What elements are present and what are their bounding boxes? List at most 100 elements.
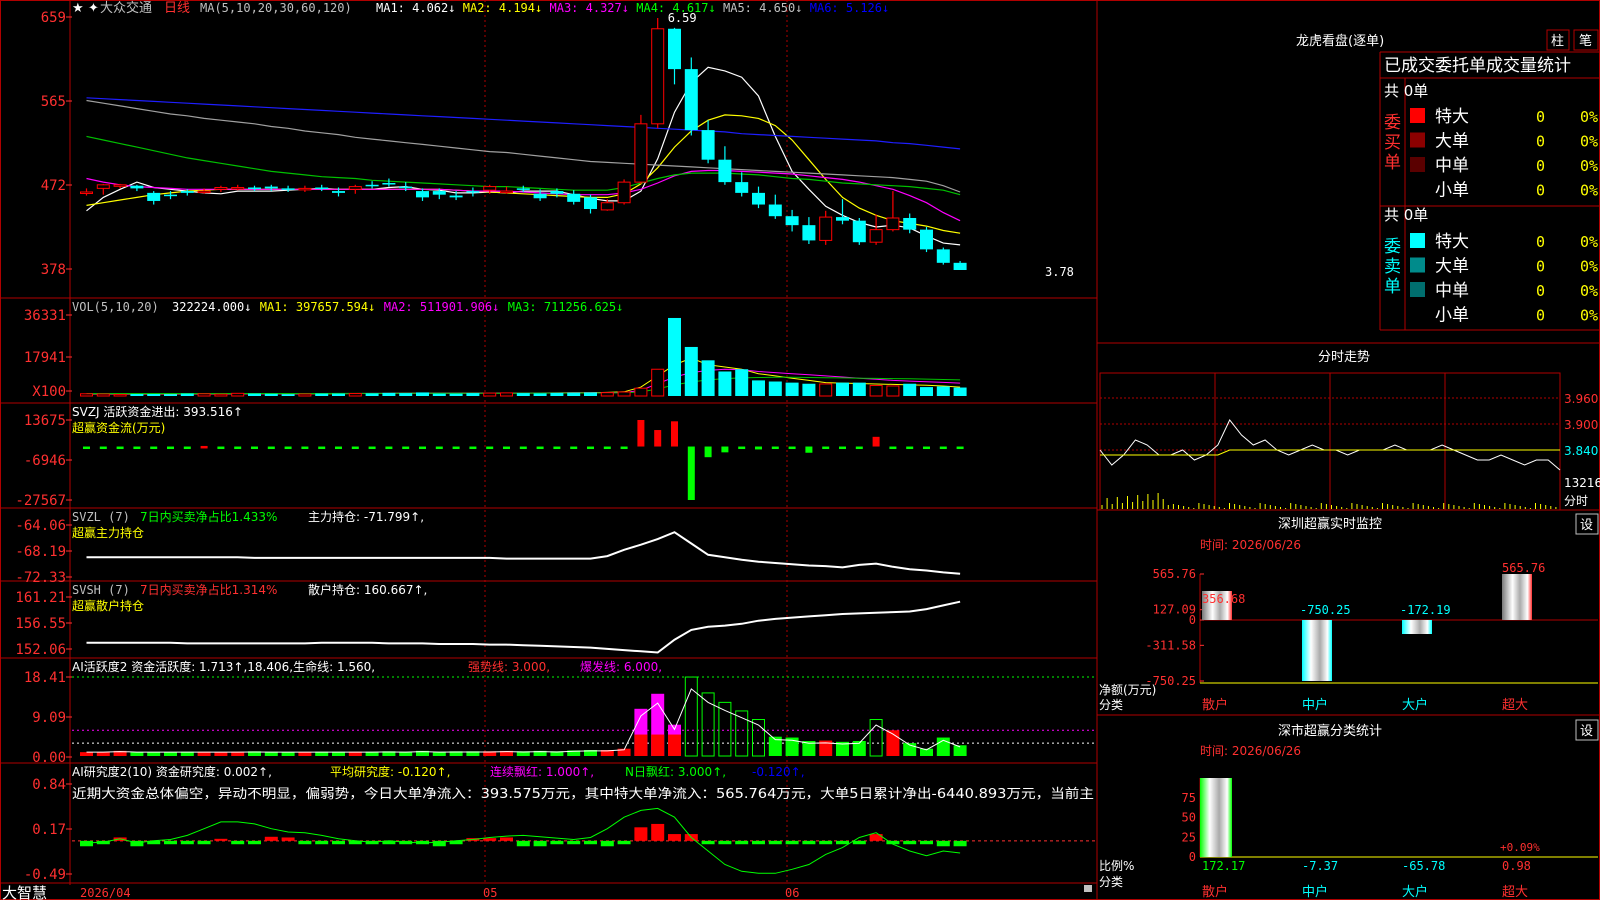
res-axis-label: 0.84 bbox=[32, 777, 66, 793]
swatch bbox=[1410, 282, 1425, 297]
candle-body bbox=[399, 186, 413, 189]
svzj-bar bbox=[872, 436, 880, 447]
monitor-time: 时间: 2026/06/26 bbox=[1200, 538, 1301, 552]
candle-body bbox=[500, 190, 513, 194]
row-name: 特大 bbox=[1435, 232, 1469, 252]
intraday-tick: 3.900 bbox=[1564, 418, 1598, 432]
candle-body bbox=[768, 204, 782, 217]
svzj-bar bbox=[335, 446, 342, 450]
monitor-settings-label[interactable]: 设 bbox=[1580, 518, 1593, 533]
candle-body bbox=[365, 184, 379, 187]
res-bar bbox=[869, 834, 883, 841]
svzj-bar bbox=[99, 446, 107, 450]
vol-bar bbox=[584, 392, 597, 396]
vol-bar bbox=[164, 394, 177, 396]
res-bar bbox=[567, 840, 581, 845]
ma-legend-item: MA5: 4.650↓ bbox=[723, 1, 802, 15]
svzj-bar bbox=[587, 446, 594, 450]
vol-bar bbox=[130, 393, 144, 396]
vol-bar bbox=[651, 368, 665, 397]
res-bar bbox=[802, 840, 816, 845]
candle-body bbox=[96, 184, 110, 189]
row-count: 0 bbox=[1536, 282, 1545, 300]
vol-bar bbox=[332, 393, 345, 396]
svsh-line bbox=[86, 600, 961, 654]
class-settings-label[interactable]: 设 bbox=[1580, 724, 1593, 739]
high-mark: 6.59 bbox=[668, 11, 697, 25]
candle-body bbox=[298, 187, 312, 191]
side-label-char: 单 bbox=[1384, 153, 1401, 173]
svzj-bar bbox=[83, 446, 90, 450]
candles[interactable] bbox=[80, 18, 967, 270]
vol-bar bbox=[752, 380, 765, 396]
candle-body bbox=[164, 194, 177, 197]
res-bar bbox=[785, 840, 799, 845]
tick-mode-label[interactable]: 笔 bbox=[1579, 33, 1592, 49]
svzj-axis-label: 13675 bbox=[24, 413, 66, 429]
swatch bbox=[1410, 108, 1425, 123]
svzj-bar bbox=[486, 446, 494, 450]
intraday-title: 分时走势 bbox=[1318, 349, 1370, 365]
vol-bar bbox=[80, 393, 93, 397]
stock-chart-stage[interactable]: ★ ✦ 大众交通 日线 MA(5,10,20,30,60,120) MA1: 4… bbox=[0, 0, 1600, 900]
svzj-bar bbox=[839, 446, 846, 450]
star-icon: ★ bbox=[72, 1, 84, 16]
svzj-bar bbox=[217, 446, 225, 450]
candle-body bbox=[466, 191, 480, 193]
svzl-title: SVZL (7) bbox=[72, 510, 130, 524]
svzj-bar bbox=[755, 446, 762, 450]
row-name: 中单 bbox=[1435, 281, 1469, 301]
intraday-tick: 3.960 bbox=[1564, 392, 1598, 406]
svzj-subtitle: 超赢资金流(万元) bbox=[72, 420, 165, 435]
svzj-title: SVZJ 活跃资金进出: 393.516↑ bbox=[72, 404, 243, 419]
svsh-axis-label: 152.06 bbox=[15, 642, 66, 658]
vol-legend: 322224.000↓ MA1: 397657.594↓ MA2: 511901.9… bbox=[172, 300, 623, 314]
class-bar bbox=[1200, 778, 1232, 857]
monitor-tick: 0 bbox=[1189, 613, 1196, 627]
sell-side-label: 委卖单 bbox=[1384, 237, 1401, 297]
class-ylabel: 比例% bbox=[1099, 859, 1134, 873]
price-axis-label: 565 bbox=[41, 94, 66, 110]
right-panel: 龙虎看盘(逐单) 柱 笔 已成交委托单成交量统计 共 0单 共 0单 委买单 委… bbox=[1099, 29, 1600, 900]
vol-bar bbox=[785, 382, 799, 396]
candle-body bbox=[264, 186, 278, 189]
candle-body bbox=[231, 186, 245, 190]
res-bar bbox=[920, 840, 933, 845]
footer: 大智慧 2026/04 05 06 bbox=[2, 884, 1092, 900]
candle-body bbox=[802, 225, 816, 241]
candle-body bbox=[180, 191, 194, 193]
ai-bar-base bbox=[668, 734, 681, 756]
intraday-axis: 3.960 3.900 3.840 13216 分时 bbox=[1564, 392, 1600, 508]
svzj-bar bbox=[637, 420, 645, 447]
candle-body bbox=[449, 195, 463, 198]
class-pct-label: +0.09% bbox=[1500, 841, 1540, 854]
res-bar bbox=[718, 840, 732, 845]
svsh-ratio: 7日内买卖净占比1.314% bbox=[140, 582, 277, 597]
svzj-bar bbox=[956, 446, 964, 450]
stat-title: 已成交委托单成交量统计 bbox=[1384, 56, 1571, 76]
candle-body bbox=[617, 181, 631, 204]
row-name: 小单 bbox=[1435, 181, 1469, 201]
vol-bar bbox=[953, 387, 967, 396]
svzl-ratio: 7日内买卖净占比1.433% bbox=[140, 509, 277, 524]
res-axis-label: -0.49 bbox=[24, 867, 66, 883]
low-mark: 3.78 bbox=[1045, 265, 1074, 279]
date-label-3: 06 bbox=[785, 886, 799, 900]
res-bar bbox=[516, 840, 530, 847]
vol-bar bbox=[197, 393, 211, 397]
candle-body bbox=[348, 186, 362, 190]
column-mode-label[interactable]: 柱 bbox=[1551, 34, 1564, 49]
class-category: 大户 bbox=[1402, 884, 1428, 900]
monitor-chart: 565.76127.090-311.58-750.25356.68-750.25… bbox=[1145, 561, 1598, 713]
svzj-bar bbox=[385, 446, 393, 450]
res-bar bbox=[936, 840, 950, 847]
vol-bar bbox=[567, 392, 581, 396]
class-tick: 50 bbox=[1182, 811, 1196, 825]
svzj-bar bbox=[419, 446, 426, 450]
intraday-chart bbox=[1099, 372, 1561, 511]
monitor-bar bbox=[1402, 619, 1432, 634]
swatch bbox=[1410, 233, 1425, 248]
plus-icon: ✦ bbox=[88, 1, 99, 16]
vol-bar bbox=[903, 383, 917, 396]
ma-line-MA3 bbox=[86, 169, 961, 222]
